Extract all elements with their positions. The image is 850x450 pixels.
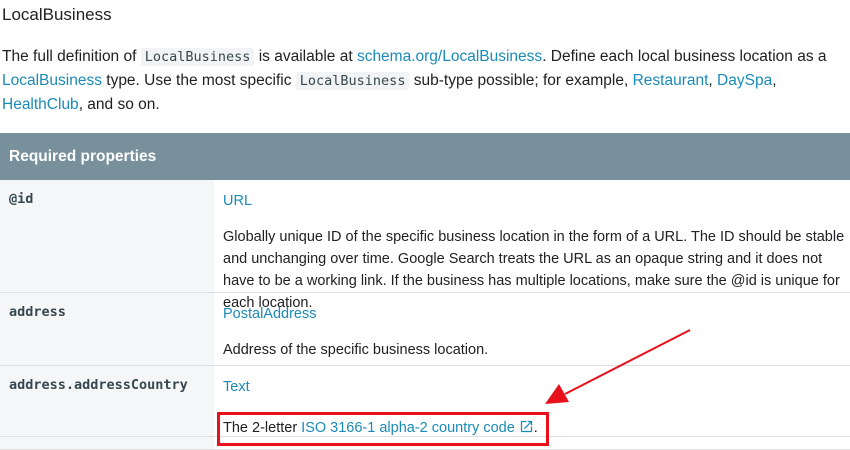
intro-text-3: . Define each local business location as… — [542, 48, 827, 65]
intro-code-localbusiness: LocalBusiness — [140, 48, 255, 66]
intro-text-5: sub-type possible; for example, — [409, 72, 633, 89]
property-name — [0, 437, 214, 449]
table-row: @id URL Globally unique ID of the specif… — [0, 180, 850, 311]
dayspa-link[interactable]: DaySpa — [717, 72, 772, 89]
property-description-cell: Text The 2-letter ISO 3166-1 alpha-2 cou… — [214, 366, 850, 446]
table-row: address.addressCountry Text The 2-letter… — [0, 366, 850, 446]
type-link-text[interactable]: Text — [223, 379, 250, 395]
property-description-cell — [214, 437, 850, 449]
property-description-prefix: The 2-letter — [223, 420, 302, 436]
property-name: address — [0, 293, 214, 365]
intro-text-1: The full definition of — [2, 48, 141, 65]
separator: , — [772, 72, 777, 89]
property-description: Address of the specific business locatio… — [223, 342, 489, 358]
type-link-postaladdress[interactable]: PostalAddress — [223, 306, 317, 322]
intro-text-6: , and so on. — [78, 96, 160, 113]
table-row: address PostalAddress Address of the spe… — [0, 293, 850, 366]
page-title: LocalBusiness — [2, 5, 112, 24]
restaurant-link[interactable]: Restaurant — [633, 72, 709, 89]
property-name: @id — [0, 180, 214, 292]
property-description-cell: PostalAddress Address of the specific bu… — [214, 293, 850, 365]
iso-country-code-link[interactable]: ISO 3166-1 alpha-2 country code — [301, 420, 515, 436]
property-name: address.addressCountry — [0, 366, 214, 436]
property-description-suffix: . — [533, 420, 538, 436]
separator: , — [708, 72, 718, 89]
table-row — [0, 437, 850, 450]
intro-paragraph: The full definition of LocalBusiness is … — [2, 45, 847, 117]
localbusiness-link[interactable]: LocalBusiness — [2, 72, 102, 89]
schema-org-link[interactable]: schema.org/LocalBusiness — [357, 48, 542, 65]
required-properties-table: Required properties @id URL Globally uni… — [0, 133, 850, 450]
intro-code-localbusiness-2: LocalBusiness — [295, 72, 410, 90]
healthclub-link[interactable]: HealthClub — [2, 96, 79, 113]
table-header: Required properties — [0, 133, 850, 180]
property-description-cell: URL Globally unique ID of the specific b… — [214, 180, 850, 311]
intro-text-4: type. Use the most specific — [101, 72, 296, 89]
intro-text-2: is available at — [254, 48, 357, 65]
type-link-url[interactable]: URL — [223, 193, 252, 209]
